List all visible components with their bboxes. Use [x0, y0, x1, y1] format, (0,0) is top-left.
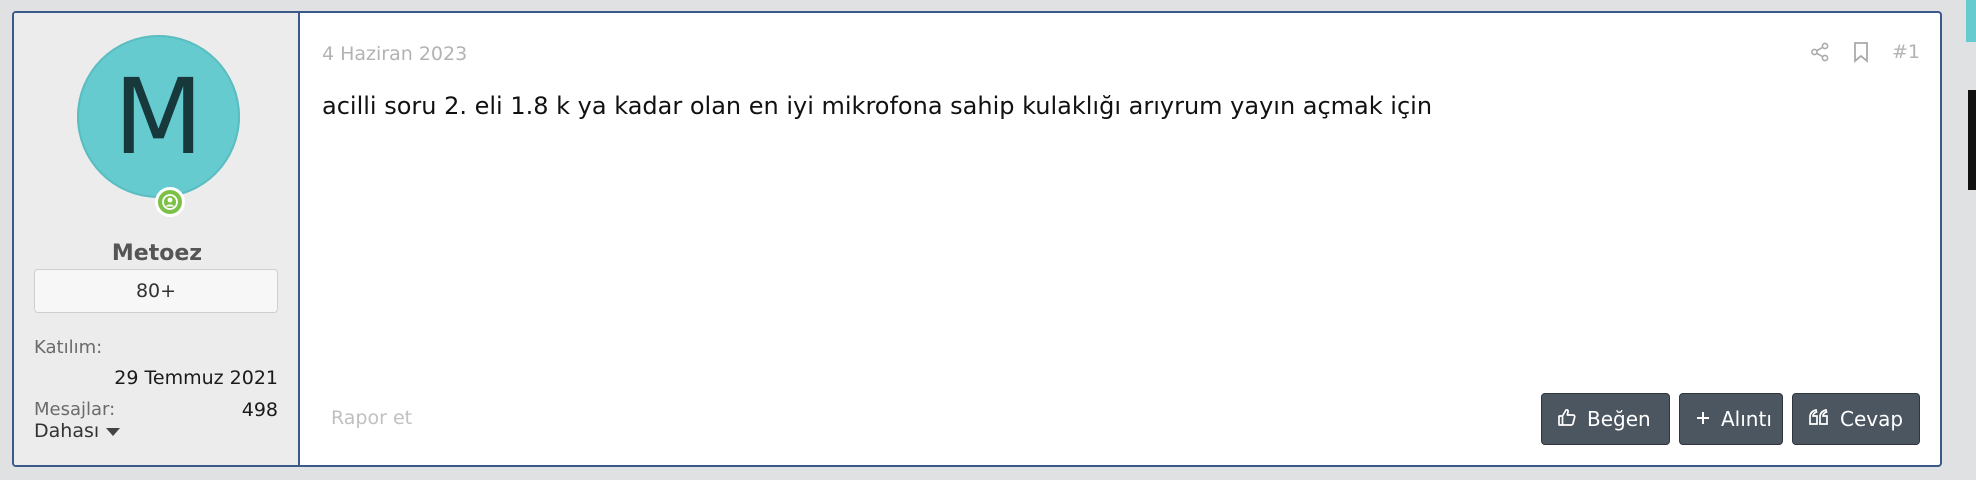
thumbs-up-icon — [1557, 407, 1577, 432]
post-body: acilli soru 2. eli 1.8 k ya kadar olan e… — [322, 92, 1433, 120]
plus-icon — [1695, 407, 1711, 431]
user-panel: M Metoez 80+ Katılım: 29 Temmuz 2021 Mes… — [14, 13, 300, 465]
reply-label: Cevap — [1840, 407, 1904, 431]
post-date[interactable]: 4 Haziran 2023 — [322, 43, 467, 65]
quote-button[interactable]: Alıntı — [1679, 393, 1783, 445]
like-button[interactable]: Beğen — [1541, 393, 1670, 445]
quote-icon — [1808, 407, 1830, 431]
post-tools: #1 — [1810, 41, 1920, 63]
post-number-link[interactable]: #1 — [1892, 41, 1920, 63]
joined-label: Katılım: — [34, 337, 103, 358]
messages-label: Mesajlar: — [34, 399, 116, 420]
report-link[interactable]: Rapor et — [331, 407, 412, 429]
more-button[interactable]: Dahası — [34, 420, 121, 442]
more-label: Dahası — [34, 420, 100, 442]
like-label: Beğen — [1587, 407, 1651, 431]
online-status-icon — [155, 187, 185, 217]
caret-down-icon — [105, 420, 121, 442]
forum-post: M Metoez 80+ Katılım: 29 Temmuz 2021 Mes… — [12, 11, 1942, 467]
username[interactable]: Metoez — [14, 241, 300, 266]
joined-value: 29 Temmuz 2021 — [114, 367, 278, 389]
post-actions: Beğen Alıntı Cevap — [1541, 393, 1920, 445]
bookmark-icon[interactable] — [1852, 41, 1870, 63]
quote-label: Alıntı — [1721, 407, 1772, 431]
avatar[interactable]: M — [77, 35, 240, 198]
scrollbar-thumb[interactable] — [1968, 90, 1976, 190]
scrollbar-accent — [1966, 0, 1976, 42]
messages-value: 498 — [241, 399, 278, 421]
user-badge: 80+ — [34, 269, 278, 313]
share-icon[interactable] — [1810, 42, 1830, 62]
reply-button[interactable]: Cevap — [1792, 393, 1920, 445]
avatar-letter: M — [113, 55, 204, 178]
